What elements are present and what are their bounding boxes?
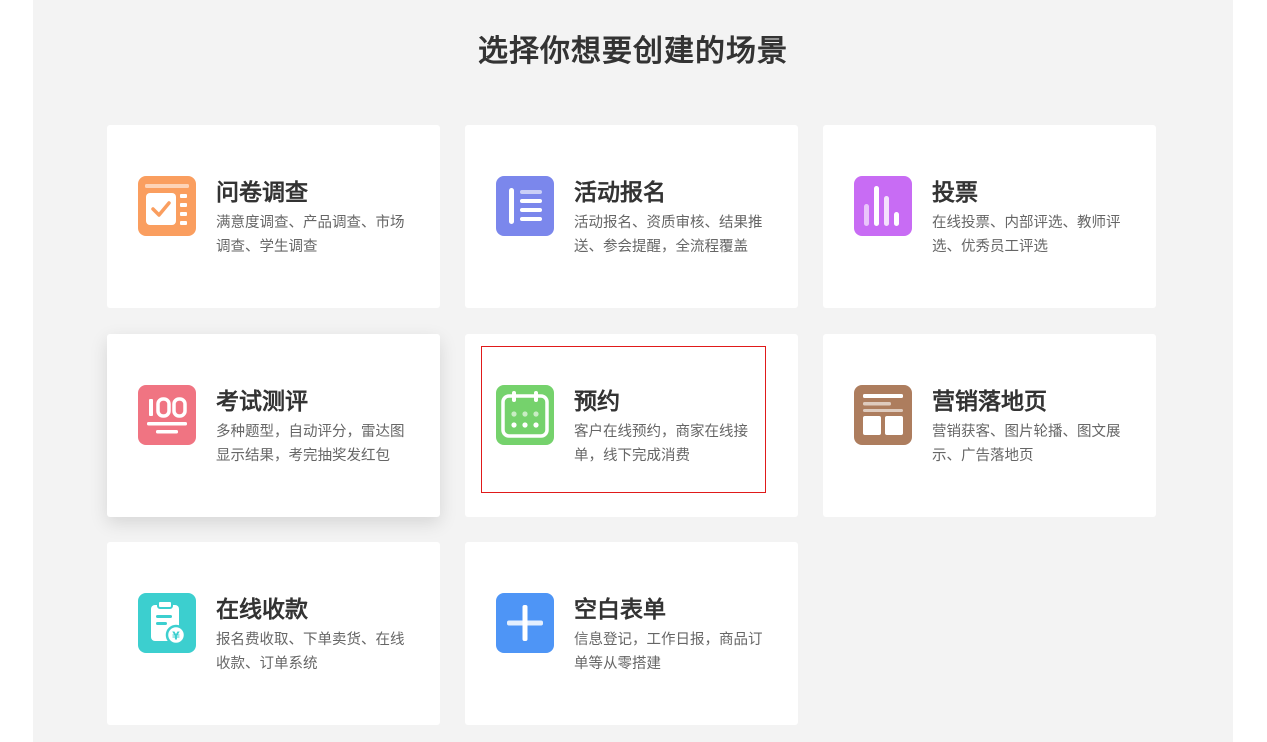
scene-description: 在线投票、内部评选、教师评选、优秀员工评选: [932, 215, 1121, 255]
payment-clipboard-icon: ¥: [138, 593, 196, 653]
scene-description: 营销获客、图片轮播、图文展示、广告落地页: [932, 424, 1121, 464]
scene-card-exam[interactable]: 考试测评 多种题型，自动评分，雷达图显示结果，考完抽奖发红包: [107, 334, 440, 517]
scene-card-vote[interactable]: 投票 在线投票、内部评选、教师评选、优秀员工评选: [823, 125, 1156, 308]
scene-title: 空白表单: [574, 597, 666, 623]
scene-card-payment[interactable]: ¥ 在线收款 报名费收取、下单卖货、在线收款、订单系统: [107, 542, 440, 725]
scene-title: 问卷调查: [216, 180, 308, 206]
scene-description: 信息登记，工作日报，商品订单等从零搭建: [574, 632, 763, 672]
scene-title: 活动报名: [574, 180, 666, 206]
scene-card-booking[interactable]: 预约 客户在线预约，商家在线接单，线下完成消费: [465, 334, 798, 517]
vote-bars-icon: [854, 176, 912, 236]
scene-title: 预约: [574, 389, 620, 415]
survey-checklist-icon: [138, 176, 196, 236]
scene-title: 营销落地页: [932, 389, 1047, 415]
page-title: 选择你想要创建的场景: [478, 34, 788, 69]
scene-card-survey[interactable]: 问卷调查 满意度调查、产品调查、市场调查、学生调查: [107, 125, 440, 308]
landing-page-icon: [854, 385, 912, 445]
scene-description: 多种题型，自动评分，雷达图显示结果，考完抽奖发红包: [216, 424, 405, 464]
scene-card-landing-page[interactable]: 营销落地页 营销获客、图片轮播、图文展示、广告落地页: [823, 334, 1156, 517]
scene-description: 满意度调查、产品调查、市场调查、学生调查: [216, 215, 405, 255]
calendar-icon: [496, 385, 554, 445]
svg-text:¥: ¥: [172, 630, 180, 643]
scene-title: 考试测评: [216, 389, 308, 415]
signup-list-icon: [496, 176, 554, 236]
scene-description: 客户在线预约，商家在线接单，线下完成消费: [574, 424, 748, 464]
scene-card-blank-form[interactable]: 空白表单 信息登记，工作日报，商品订单等从零搭建: [465, 542, 798, 725]
plus-icon: [496, 593, 554, 653]
scene-title: 投票: [932, 180, 978, 206]
scene-description: 报名费收取、下单卖货、在线收款、订单系统: [216, 632, 405, 672]
scene-description: 活动报名、资质审核、结果推送、参会提醒，全流程覆盖: [574, 215, 763, 255]
scene-card-signup[interactable]: 活动报名 活动报名、资质审核、结果推送、参会提醒，全流程覆盖: [465, 125, 798, 308]
scene-title: 在线收款: [216, 597, 308, 623]
exam-score-icon: [138, 385, 196, 445]
